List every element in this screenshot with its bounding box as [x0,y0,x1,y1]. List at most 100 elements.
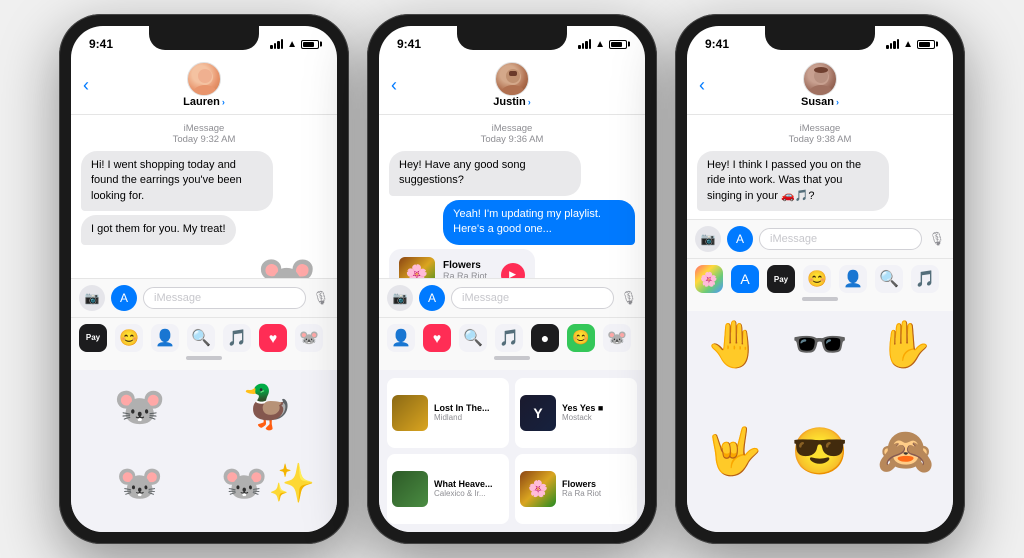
app-drawer-2: 👤 ♥ 🔍 🎵 ● 😊 🐭 ··· [379,317,645,370]
app-icons-2: 👤 ♥ 🔍 🎵 ● 😊 🐭 ··· [387,324,637,352]
message-1-2: I got them for you. My treat! [81,215,236,244]
emoji-icon-2[interactable]: 😊 [567,324,595,352]
camera-btn-2[interactable]: 📷 [387,285,413,311]
music-panel-2: Lost In The... Midland Y Yes Yes ■ Mosta… [379,370,645,533]
search-icon-2[interactable]: 🔍 [459,324,487,352]
vinyl-icon-2[interactable]: ● [531,324,559,352]
chevron-3: › [836,97,839,107]
appstore-btn-1[interactable]: A [111,285,137,311]
app-drawer-1: Pay 😊 👤 🔍 🎵 ♥ 🐭 [71,317,337,370]
back-button-3[interactable]: ‹ [699,75,705,96]
music-text-1: Lost In The... Midland [434,403,490,422]
music-icon-3[interactable]: 🎵 [911,265,939,293]
battery-2 [609,40,627,49]
appstore-btn-2[interactable]: A [419,285,445,311]
bitmoji-icon-3[interactable]: 👤 [839,265,867,293]
message-2-1: Hey! Have any good song suggestions? [389,151,581,196]
notch-2 [457,26,567,50]
play-button-2[interactable]: ▶ [501,263,525,278]
time-3: 9:41 [705,37,729,51]
message-input-2[interactable]: iMessage [451,287,614,309]
music-info-2: Flowers Ra Ra Riot ♪ Apple Music [443,260,493,278]
camera-btn-1[interactable]: 📷 [79,285,105,311]
music-item-3[interactable]: What Heave... Calexico & Ir... [387,454,509,524]
mickey-icon-2[interactable]: 🐭 [603,324,631,352]
phone-2-screen: 9:41 ▲ ‹ [379,26,645,532]
music-item-1[interactable]: Lost In The... Midland [387,378,509,448]
sticker-panel-1: 🐭 🦆 🐭 🐭✨ [71,370,337,533]
bitmoji-icon-1[interactable]: 👤 [151,324,179,352]
music-text-4: Flowers Ra Ra Riot [562,479,601,498]
nav-bar-3: ‹ Susan › [687,58,953,115]
panel-divider-3 [802,297,838,301]
search-icon-3[interactable]: 🔍 [875,265,903,293]
signal-1 [270,39,283,49]
memoji-4[interactable]: 🤟 [693,424,775,479]
emoji-icon-1[interactable]: 😊 [115,324,143,352]
heart-icon-2[interactable]: ♥ [423,324,451,352]
contact-name-1: Lauren › [183,96,225,108]
music-icon-2[interactable]: 🎵 [495,324,523,352]
music-art-flowers: 🌸 [520,471,556,507]
wifi-icon-2: ▲ [595,39,605,50]
contact-info-2[interactable]: Justin › [493,62,530,108]
memoji-2[interactable]: 🕶️ [779,317,861,372]
music-item-4[interactable]: 🌸 Flowers Ra Ra Riot [515,454,637,524]
camera-btn-3[interactable]: 📷 [695,226,721,252]
app-icons-1: Pay 😊 👤 🔍 🎵 ♥ 🐭 [79,324,329,352]
panel-divider-1 [186,356,222,360]
music-text-3: What Heave... Calexico & Ir... [434,479,493,498]
notch-3 [765,26,875,50]
phone-1-screen: 9:41 ▲ ‹ [71,26,337,532]
appstore-icon-3[interactable]: A [731,265,759,293]
imessage-label-1: iMessage Today 9:32 AM [81,123,327,145]
memoji-1[interactable]: 🤚 [693,317,775,372]
app-icons-3: 🌸 A Pay 😊 👤 🔍 🎵 [695,265,945,293]
applepay-icon-3[interactable]: Pay [767,265,795,293]
contact-info-1[interactable]: Lauren › [183,62,225,108]
applepay-icon-1[interactable]: Pay [79,324,107,352]
appstore-btn-3[interactable]: A [727,226,753,252]
music-art-lost [392,395,428,431]
mic-btn-2[interactable]: 🎙 [620,290,637,306]
contact-info-3[interactable]: Susan › [801,62,839,108]
mickey-icon-1[interactable]: 🐭 [295,324,323,352]
music-artist-2: Ra Ra Riot [443,271,493,278]
sticker-item-2[interactable]: 🦆 [207,378,329,438]
sticker-1: 🐭 [247,249,327,278]
memoji-panel-3: 🤚 🕶️ ✋ 🤟 😎 🙈 [687,311,953,532]
avatar-1 [187,62,221,96]
sticker-item-3[interactable]: 🐭 [79,454,201,514]
message-input-3[interactable]: iMessage [759,228,922,250]
signal-3 [886,39,899,49]
music-card-2[interactable]: 🌸 Flowers Ra Ra Riot ♪ Apple Music ▶ [389,249,535,278]
music-item-2[interactable]: Y Yes Yes ■ Mostack [515,378,637,448]
memoji-6[interactable]: 🙈 [865,424,947,479]
memoji-5[interactable]: 😎 [779,424,861,479]
chevron-1: › [222,97,225,107]
imessage-label-3: iMessage Today 9:38 AM [697,123,943,145]
mic-btn-1[interactable]: 🎙 [312,290,329,306]
music-icon-1[interactable]: 🎵 [223,324,251,352]
time-1: 9:41 [89,37,113,51]
app-drawer-3: 🌸 A Pay 😊 👤 🔍 🎵 [687,258,953,311]
music-title-2: Flowers [443,260,493,271]
bitmoji-icon-2[interactable]: 👤 [387,324,415,352]
messages-area-1: iMessage Today 9:32 AM Hi! I went shoppi… [71,115,337,278]
message-1-1: Hi! I went shopping today and found the … [81,151,273,211]
input-bar-1: 📷 A iMessage 🎙 [71,278,337,317]
panel-divider-2 [494,356,530,360]
sticker-item-1[interactable]: 🐭 [79,378,201,438]
imessage-label-2: iMessage Today 9:36 AM [389,123,635,145]
message-input-1[interactable]: iMessage [143,287,306,309]
back-button-2[interactable]: ‹ [391,75,397,96]
memoji-3[interactable]: ✋ [865,317,947,372]
heart-icon-1[interactable]: ♥ [259,324,287,352]
photos-icon-3[interactable]: 🌸 [695,265,723,293]
emoji-icon-3[interactable]: 😊 [803,265,831,293]
avatar-3 [803,62,837,96]
sticker-item-4[interactable]: 🐭✨ [207,454,329,514]
back-button-1[interactable]: ‹ [83,75,89,96]
search-icon-1[interactable]: 🔍 [187,324,215,352]
mic-btn-3[interactable]: 🎙 [928,231,945,247]
